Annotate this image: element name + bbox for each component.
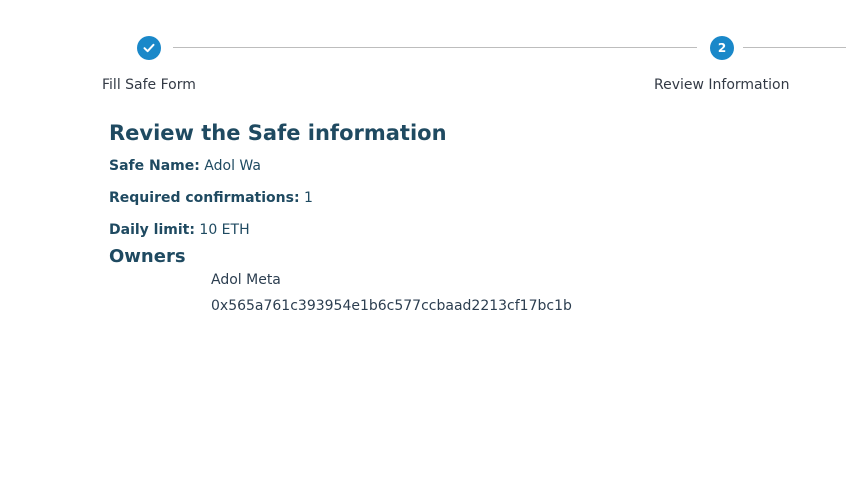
step-1-label: Fill Safe Form [102, 77, 196, 93]
page-title: Review the Safe information [109, 121, 447, 145]
check-icon [143, 43, 155, 53]
step-connector-line [173, 47, 697, 48]
review-section: Review the Safe information Safe Name: A… [109, 118, 809, 320]
safe-name-label: Safe Name: [109, 158, 200, 174]
daily-limit-label: Daily limit: [109, 222, 195, 238]
step-2-number: 2 [717, 41, 727, 55]
owner-address: 0x565a761c393954e1b6c577ccbaad2213cf17bc… [211, 298, 572, 314]
step-connector-line-trailing [743, 47, 846, 48]
safe-name-row: Safe Name: Adol Wa [109, 150, 809, 182]
daily-limit-row: Daily limit: 10 ETH [109, 214, 809, 246]
step-2-label: Review Information [654, 77, 790, 93]
step-2-active: 2 [710, 36, 734, 60]
confirmations-label: Required confirmations: [109, 190, 300, 206]
confirmations-value: 1 [304, 190, 313, 206]
owners-title: Owners [109, 246, 186, 267]
daily-limit-value: 10 ETH [199, 222, 250, 238]
step-1-done [137, 36, 161, 60]
safe-name-value: Adol Wa [204, 158, 261, 174]
confirmations-row: Required confirmations: 1 [109, 182, 809, 214]
owner-name: Adol Meta [211, 272, 281, 288]
owner-item: Adol Meta 0x565a761c393954e1b6c577ccbaad… [211, 268, 809, 320]
stepper: 2 Fill Safe Form Review Information [0, 0, 846, 110]
